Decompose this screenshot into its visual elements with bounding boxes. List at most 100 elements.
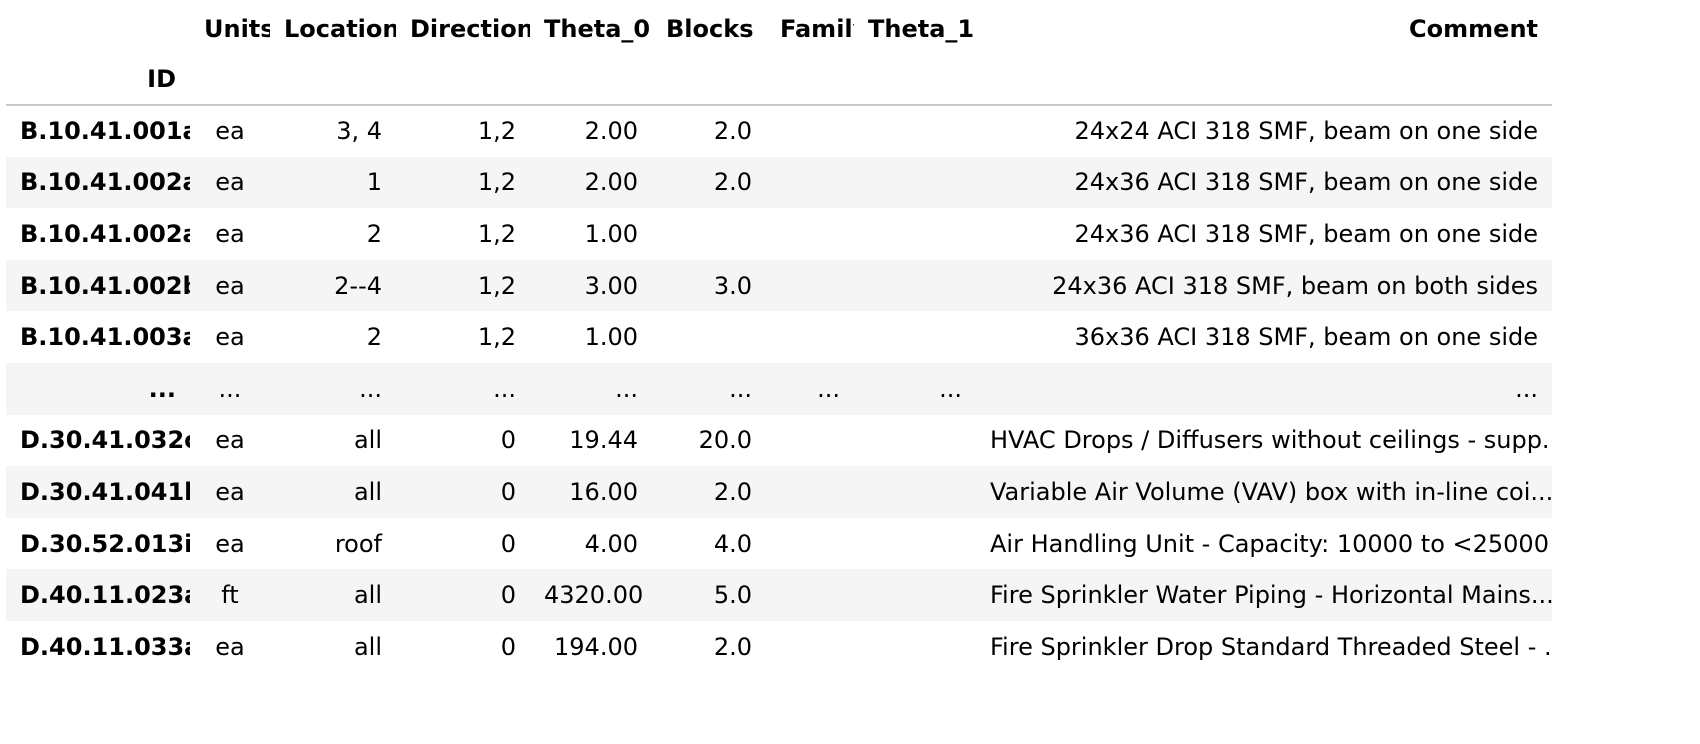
cell-theta-1: ...: [939, 374, 962, 403]
cell-units: ...: [218, 374, 242, 403]
table-row: D.40.11.033a ea all 0 194.00 2.0 Fire Sprinkle…: [6, 621, 1552, 673]
cell-blocks: 2.0: [713, 477, 752, 506]
cell-theta-0: 16.00: [569, 477, 638, 506]
cell-blocks: ...: [729, 374, 752, 403]
cell-theta-1: [854, 621, 976, 673]
cell-blocks: 20.0: [698, 426, 752, 455]
row-id: ...: [148, 374, 176, 403]
table-row: B.10.41.002a ea 2 1,2 1.00 24x36 ACI 318 SMF,…: [6, 208, 1552, 260]
cell-theta-0: 2.00: [584, 117, 638, 146]
cell-direction: 0: [500, 426, 516, 455]
cell-family: [766, 569, 854, 621]
cell-theta-1: [854, 157, 976, 209]
column-header: Comment: [1409, 15, 1538, 43]
table-row: ...........................: [6, 362, 1552, 415]
cell-direction: 0: [500, 529, 516, 558]
row-id: B.10.41.002a: [20, 168, 190, 197]
cell-location: all: [353, 581, 382, 610]
cell-blocks: 3.0: [713, 271, 752, 300]
cell-units: ea: [215, 426, 245, 455]
index-corner: [6, 4, 190, 54]
table-row: D.30.41.041b ea all 0 16.00 2.0 Variable Air V…: [6, 466, 1552, 518]
row-id: B.10.41.003a: [20, 323, 190, 352]
table-header: Units Location Direction Theta_0 Blocks …: [6, 4, 1552, 105]
cell-comment: HVAC Drops / Diffusers without ceilings …: [990, 426, 1552, 455]
cell-family: [766, 260, 854, 312]
cell-theta-1: [854, 105, 976, 157]
cell-location: 2: [366, 219, 382, 248]
cell-comment: 36x36 ACI 318 SMF, beam on one side: [1074, 323, 1538, 352]
row-id: B.10.41.001a: [20, 117, 190, 146]
row-id: B.10.41.002a: [20, 219, 190, 248]
row-id: B.10.41.002b: [20, 271, 190, 300]
row-id: D.40.11.033a: [20, 632, 190, 661]
cell-location: roof: [334, 529, 382, 558]
cell-direction: 1,2: [477, 219, 516, 248]
cell-comment: ...: [1515, 374, 1538, 403]
cell-blocks: 2.0: [713, 168, 752, 197]
cell-location: ...: [359, 374, 382, 403]
cell-comment: Air Handling Unit - Capacity: 10000 to <…: [990, 529, 1552, 558]
cell-blocks: [652, 311, 766, 363]
cell-location: all: [353, 632, 382, 661]
cell-family: [766, 208, 854, 260]
row-id: D.30.41.032c: [20, 426, 190, 455]
cell-location: all: [353, 426, 382, 455]
column-header-row: Units Location Direction Theta_0 Blocks …: [6, 4, 1552, 54]
cell-direction: 1,2: [477, 117, 516, 146]
cell-location: 2--4: [334, 271, 382, 300]
cell-theta-1: [854, 260, 976, 312]
index-name-row: ID: [6, 54, 1552, 105]
cell-theta-0: 19.44: [569, 426, 638, 455]
cell-blocks: 5.0: [713, 581, 752, 610]
cell-family: [766, 157, 854, 209]
cell-comment: 24x36 ACI 318 SMF, beam on one side: [1074, 168, 1538, 197]
cell-blocks: 2.0: [713, 632, 752, 661]
cell-direction: 0: [500, 581, 516, 610]
cell-family: [766, 415, 854, 467]
table-row: D.30.52.013i ea roof 0 4.00 4.0 Air Handling U…: [6, 518, 1552, 570]
table-row: D.40.11.023a ft all 0 4320.00 5.0 Fire Sprinkl…: [6, 569, 1552, 621]
table-row: B.10.41.002b ea 2--4 1,2 3.00 3.0 24x36 ACI 31…: [6, 259, 1552, 312]
table-body: B.10.41.001a ea 3, 4 1,2 2.00 2.0 24x24 ACI 31…: [6, 105, 1552, 673]
column-header: Blocks: [666, 15, 754, 43]
cell-direction: 0: [500, 477, 516, 506]
cell-direction: 0: [500, 632, 516, 661]
cell-family: [766, 518, 854, 570]
cell-family: [766, 105, 854, 157]
row-id: D.30.52.013i: [20, 529, 190, 558]
cell-comment: Fire Sprinkler Water Piping - Horizontal…: [990, 581, 1552, 610]
cell-family: [766, 311, 854, 363]
cell-family: ...: [817, 374, 840, 403]
cell-units: ea: [215, 271, 245, 300]
cell-theta-0: 194.00: [554, 632, 638, 661]
cell-theta-0: 4.00: [584, 529, 638, 558]
row-id: D.30.41.041b: [20, 477, 190, 506]
cell-theta-0: 4320.00: [544, 581, 644, 610]
column-header: Units: [204, 15, 270, 43]
table-row: D.30.41.032c ea all 0 19.44 20.0 HVAC Drops / …: [6, 415, 1552, 467]
cell-theta-1: [854, 415, 976, 467]
column-header: Direction: [410, 15, 530, 43]
cell-theta-0: ...: [615, 374, 638, 403]
cell-theta-0: 1.00: [584, 323, 638, 352]
cell-theta-1: [854, 466, 976, 518]
table-row: B.10.41.002a ea 1 1,2 2.00 2.0 24x36 ACI 318 S…: [6, 156, 1552, 209]
row-id: D.40.11.023a: [20, 581, 190, 610]
cell-units: ft: [221, 581, 239, 610]
column-header: Location: [284, 15, 396, 43]
cell-units: ea: [215, 529, 245, 558]
cell-comment: 24x36 ACI 318 SMF, beam on both sides: [1052, 271, 1538, 300]
cell-direction: 1,2: [477, 271, 516, 300]
column-header: Theta_1: [868, 15, 975, 43]
cell-location: 1: [366, 168, 382, 197]
cell-units: ea: [215, 168, 245, 197]
cell-location: 2: [366, 323, 382, 352]
cell-theta-0: 3.00: [584, 271, 638, 300]
cell-direction: 1,2: [477, 168, 516, 197]
index-name-header: ID: [147, 65, 176, 93]
cell-theta-1: [854, 208, 976, 260]
cell-comment: Fire Sprinkler Drop Standard Threaded St…: [990, 632, 1552, 661]
cell-theta-0: 1.00: [584, 219, 638, 248]
cell-units: ea: [215, 632, 245, 661]
